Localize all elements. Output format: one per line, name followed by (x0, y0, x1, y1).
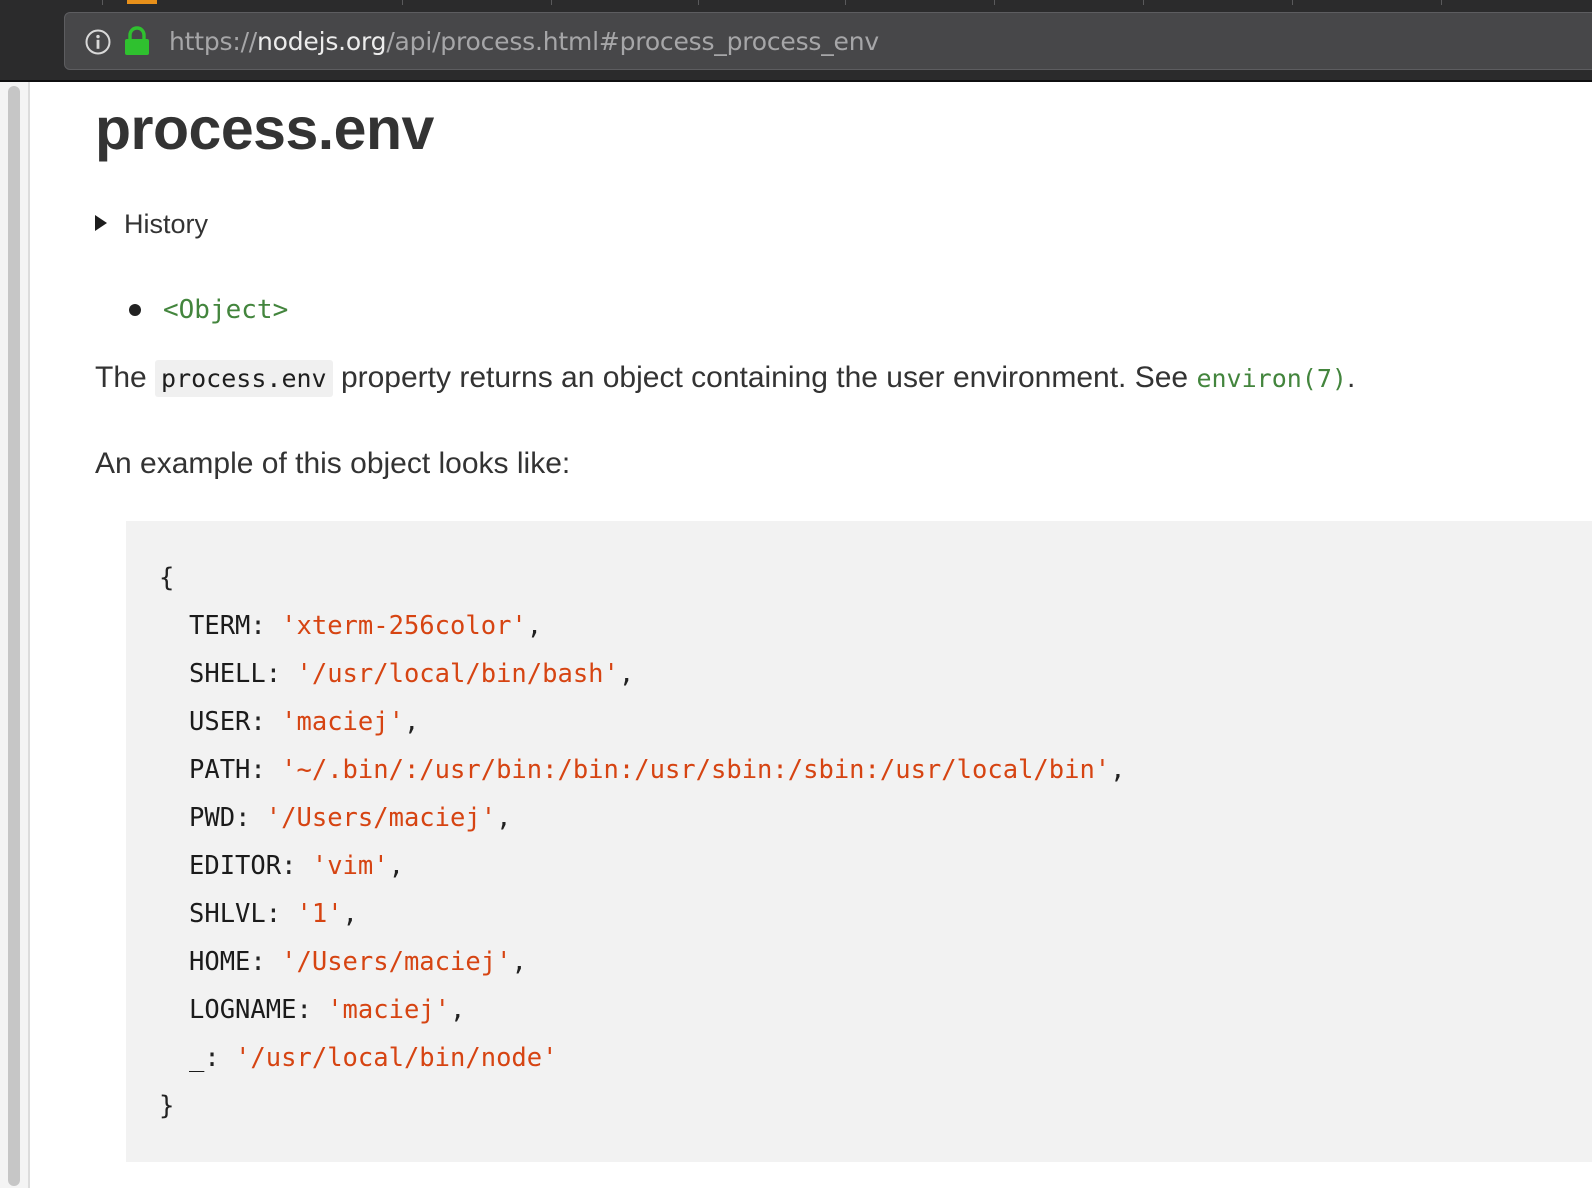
code-key: USER (189, 707, 251, 737)
type-list-item: <Object> (129, 292, 288, 328)
code-value: '/Users/maciej' (265, 803, 497, 833)
tab-divider (698, 0, 699, 5)
tab-divider (1292, 0, 1293, 5)
code-entry: LOGNAME: 'maciej', (189, 995, 466, 1025)
code-key: HOME (189, 947, 251, 977)
inline-code: process.env (155, 360, 333, 397)
code-close-brace: } (159, 1091, 175, 1121)
code-key: SHELL (189, 659, 266, 689)
code-value: '/usr/local/bin/node' (235, 1043, 558, 1073)
lock-icon[interactable] (123, 26, 151, 56)
para-text-middle: property returns an object containing th… (332, 361, 1197, 394)
para-text-after: . (1346, 361, 1356, 394)
tab-divider (402, 0, 403, 5)
code-suffix: , (403, 707, 420, 737)
code-suffix: , (511, 947, 527, 977)
history-label: History (124, 208, 209, 239)
scrollbar-track[interactable] (0, 82, 30, 1188)
code-suffix: , (342, 899, 358, 929)
code-entry: PATH: '~/.bin/:/usr/bin:/bin:/usr/sbin:/… (189, 755, 1126, 785)
browser-toolbar: https://nodejs.org/api/process.html#proc… (0, 0, 1592, 82)
code-key: _ (189, 1043, 205, 1073)
tab-divider (994, 0, 995, 5)
tab-divider (1143, 0, 1144, 5)
code-entry: USER: 'maciej', (189, 707, 420, 737)
object-type-link[interactable]: <Object> (163, 295, 288, 325)
code-suffix: , (450, 995, 466, 1025)
url-path: /api/process.html#process_process_env (386, 27, 879, 56)
code-suffix: , (496, 803, 512, 833)
code-entry: _: '/usr/local/bin/node' (189, 1043, 558, 1073)
info-icon[interactable] (85, 29, 111, 55)
code-suffix: , (388, 851, 404, 881)
url-scheme: https:// (169, 27, 258, 56)
code-value: '~/.bin/:/usr/bin:/bin:/usr/sbin:/sbin:/… (281, 755, 1111, 785)
address-bar[interactable]: https://nodejs.org/api/process.html#proc… (64, 12, 1592, 70)
tab-divider (102, 0, 103, 5)
code-suffix: , (618, 659, 635, 689)
code-value: '/Users/maciej' (281, 947, 512, 977)
code-key: PATH (189, 755, 251, 785)
code-suffix: , (526, 611, 543, 641)
tab-divider (1441, 0, 1442, 5)
code-entry: SHLVL: '1', (189, 899, 358, 929)
code-key: TERM (189, 611, 251, 641)
tab-divider (551, 0, 552, 5)
para-text-before: The (95, 361, 156, 394)
description-paragraph: The process.env property returns an obje… (95, 358, 1355, 399)
code-value: 'vim' (311, 851, 389, 881)
triangle-right-icon (95, 215, 107, 231)
code-entry: SHELL: '/usr/local/bin/bash', (189, 659, 635, 689)
history-toggle[interactable]: History (95, 206, 208, 242)
environ-link[interactable]: environ(7) (1196, 364, 1347, 393)
url-text[interactable]: https://nodejs.org/api/process.html#proc… (169, 27, 879, 57)
code-key: EDITOR (189, 851, 282, 881)
active-tab-indicator (127, 0, 157, 4)
code-value: 'xterm-256color' (281, 611, 527, 641)
code-entry: PWD: '/Users/maciej', (189, 803, 512, 833)
code-key: LOGNAME (189, 995, 297, 1025)
code-value: '1' (296, 899, 343, 929)
bullet-icon (129, 304, 141, 316)
page-viewport: process.env History <Object> The process… (0, 82, 1592, 1188)
code-key: SHLVL (189, 899, 266, 929)
code-entry: EDITOR: 'vim', (189, 851, 404, 881)
code-suffix: , (1110, 755, 1126, 785)
tab-divider (845, 0, 846, 5)
code-entry: HOME: '/Users/maciej', (189, 947, 527, 977)
example-paragraph: An example of this object looks like: (95, 447, 571, 480)
code-key: PWD (189, 803, 236, 833)
code-open-brace: { (159, 563, 175, 593)
code-entry: TERM: 'xterm-256color', (189, 611, 543, 641)
code-block: { TERM: 'xterm-256color', SHELL: '/usr/l… (126, 521, 1592, 1162)
scrollbar-thumb[interactable] (8, 86, 20, 1186)
code-value: 'maciej' (327, 995, 451, 1025)
url-host: nodejs.org (257, 27, 387, 56)
code-value: 'maciej' (281, 707, 404, 737)
page-title: process.env (95, 96, 434, 162)
code-value: '/usr/local/bin/bash' (296, 659, 619, 689)
